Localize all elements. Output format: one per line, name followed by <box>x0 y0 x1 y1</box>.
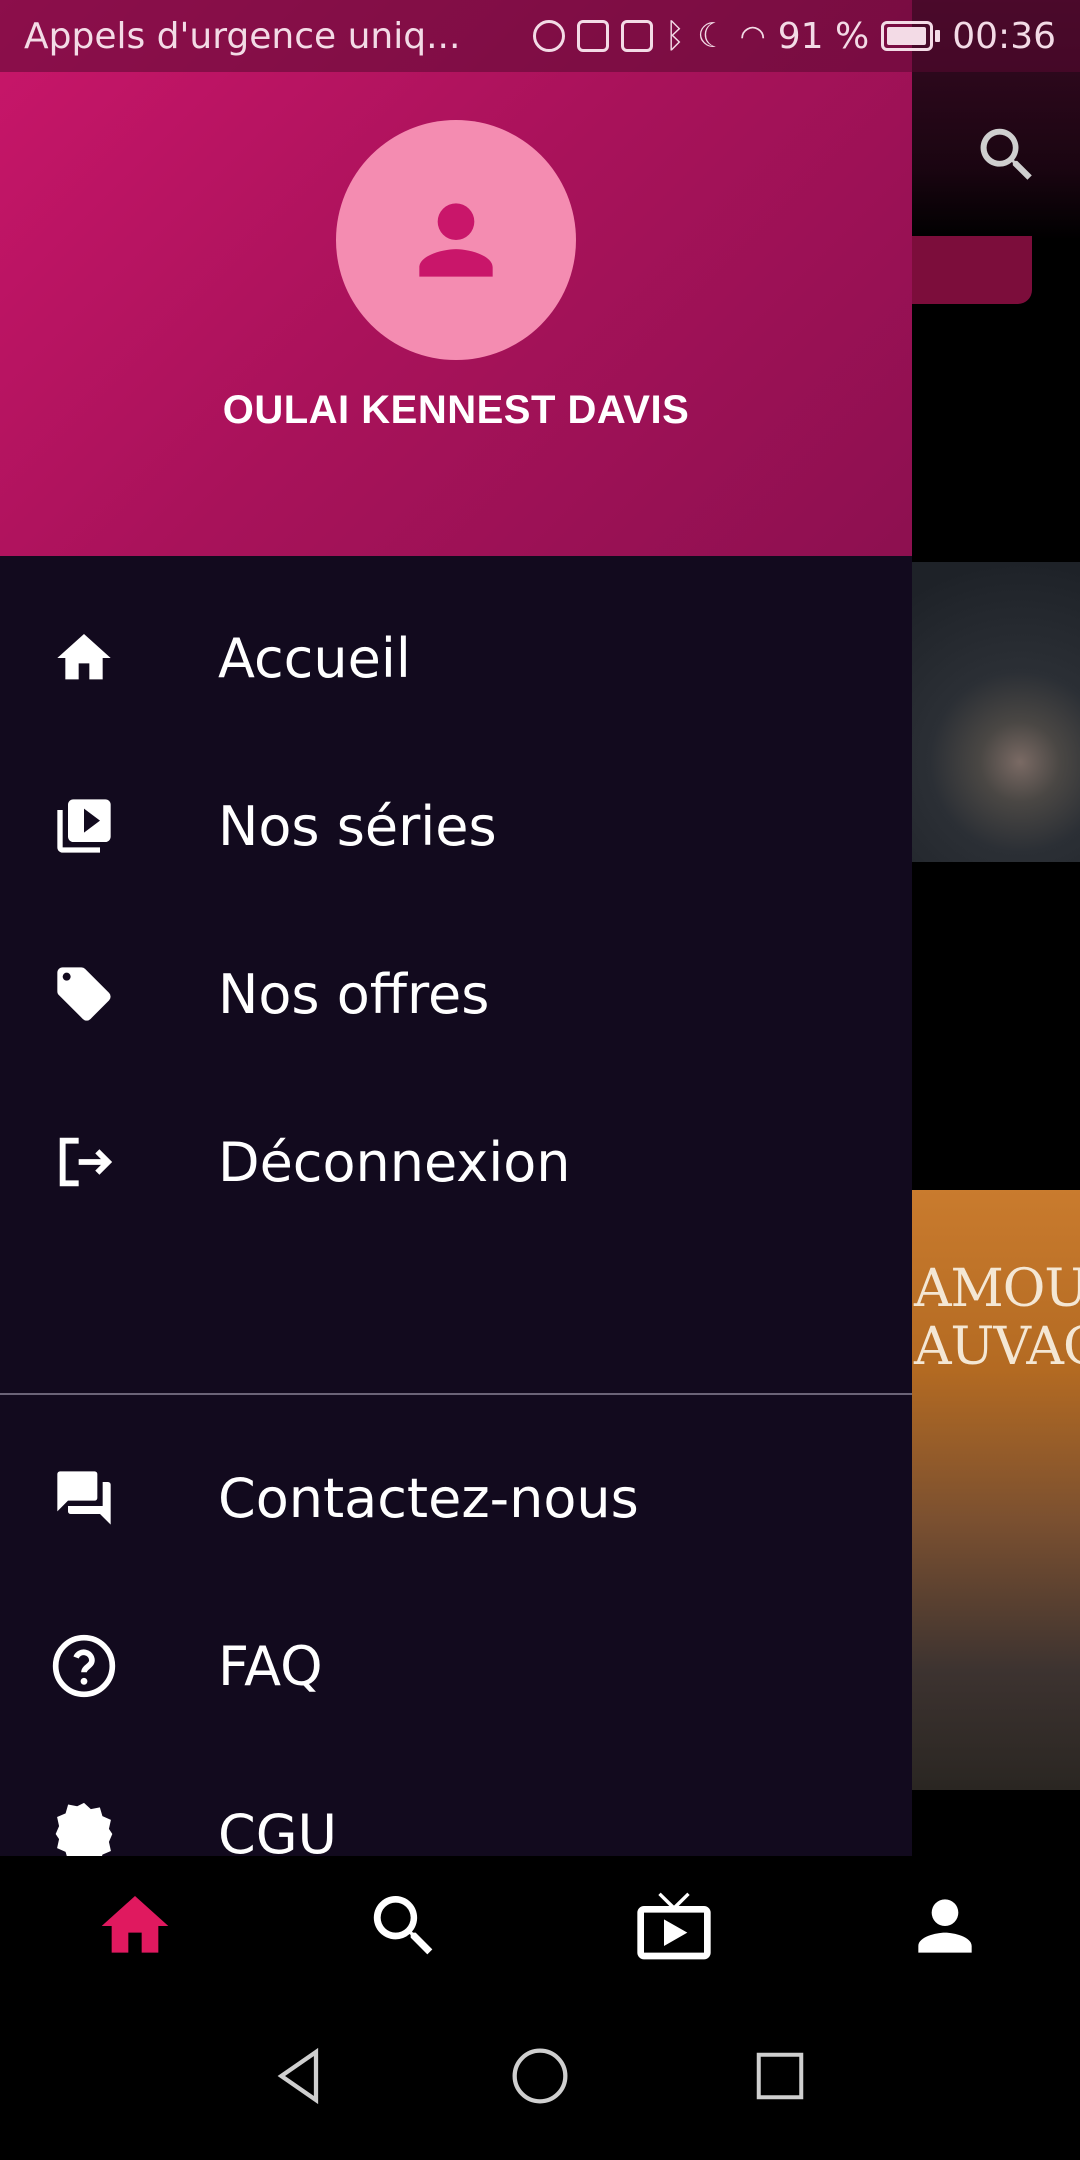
battery-percent: 91 % <box>777 15 870 57</box>
menu-label: Nos séries <box>218 794 497 858</box>
live-tv-icon <box>637 1892 711 1960</box>
background-thumbnail[interactable] <box>900 562 1080 862</box>
menu-item-faq[interactable]: FAQ <box>0 1582 912 1750</box>
moon-icon: ☾ <box>697 16 728 56</box>
notification-icon <box>532 20 565 52</box>
menu-label: Nos offres <box>218 962 490 1026</box>
menu-item-nos-offres[interactable]: Nos offres <box>0 910 912 1078</box>
nav-search[interactable] <box>364 1886 444 1966</box>
user-name: OULAI KENNEST DAVIS <box>222 388 690 432</box>
bottom-navigation <box>0 1856 1080 1992</box>
calendar-icon <box>620 20 653 52</box>
menu-item-contactez-nous[interactable]: Contactez-nous <box>0 1414 912 1582</box>
background-poster[interactable]: AMOU AUVAG <box>900 1190 1080 1790</box>
search-icon <box>373 1896 433 1955</box>
status-bar: Appels d'urgence uniq... ᛒ ☾ ◠ 91 % 00:3… <box>0 0 1080 72</box>
tag-icon <box>50 960 118 1028</box>
poster-title: AMOU AUVAG <box>914 1259 1080 1377</box>
menu-label: CGU <box>218 1802 338 1857</box>
avatar[interactable] <box>336 120 576 360</box>
nav-live[interactable] <box>634 1886 714 1966</box>
bluetooth-icon: ᛒ <box>664 16 686 56</box>
menu-item-nos-series[interactable]: Nos séries <box>0 742 912 910</box>
recents-button[interactable] <box>740 2036 820 2116</box>
chat-icon <box>50 1464 118 1532</box>
menu-label: FAQ <box>218 1634 323 1698</box>
home-button[interactable] <box>500 2036 580 2116</box>
menu-item-deconnexion[interactable]: Déconnexion <box>0 1078 912 1246</box>
menu-divider <box>0 1393 912 1395</box>
menu-item-accueil[interactable]: Accueil <box>0 574 912 742</box>
nav-profile[interactable] <box>905 1886 985 1966</box>
menu-label: Contactez-nous <box>218 1466 639 1530</box>
home-icon <box>50 624 118 692</box>
carrier-text: Appels d'urgence uniq... <box>24 15 461 57</box>
wifi-icon: ◠ <box>739 18 766 54</box>
person-icon <box>419 203 493 277</box>
logout-icon <box>50 1128 118 1196</box>
menu-item-cgu[interactable]: CGU <box>0 1750 912 1856</box>
nav-home[interactable] <box>95 1886 175 1966</box>
system-navigation <box>0 1992 1080 2160</box>
badge-icon <box>50 1800 118 1856</box>
battery-icon <box>881 21 941 51</box>
video-library-icon <box>50 792 118 860</box>
youtube-icon <box>576 20 609 52</box>
help-icon <box>50 1632 118 1700</box>
home-icon <box>101 1896 169 1953</box>
navigation-drawer: OULAI KENNEST DAVIS Accueil Nos séries N… <box>0 0 912 1856</box>
background-search-icon[interactable] <box>972 120 1042 190</box>
square-icon <box>756 2052 804 2100</box>
person-icon <box>918 1899 972 1953</box>
back-button[interactable] <box>260 2036 340 2116</box>
back-icon <box>277 2047 319 2105</box>
drawer-header: OULAI KENNEST DAVIS <box>0 0 912 556</box>
clock: 00:36 <box>952 15 1056 57</box>
menu-label: Déconnexion <box>218 1130 571 1194</box>
menu-label: Accueil <box>218 626 411 690</box>
circle-icon <box>512 2048 568 2104</box>
